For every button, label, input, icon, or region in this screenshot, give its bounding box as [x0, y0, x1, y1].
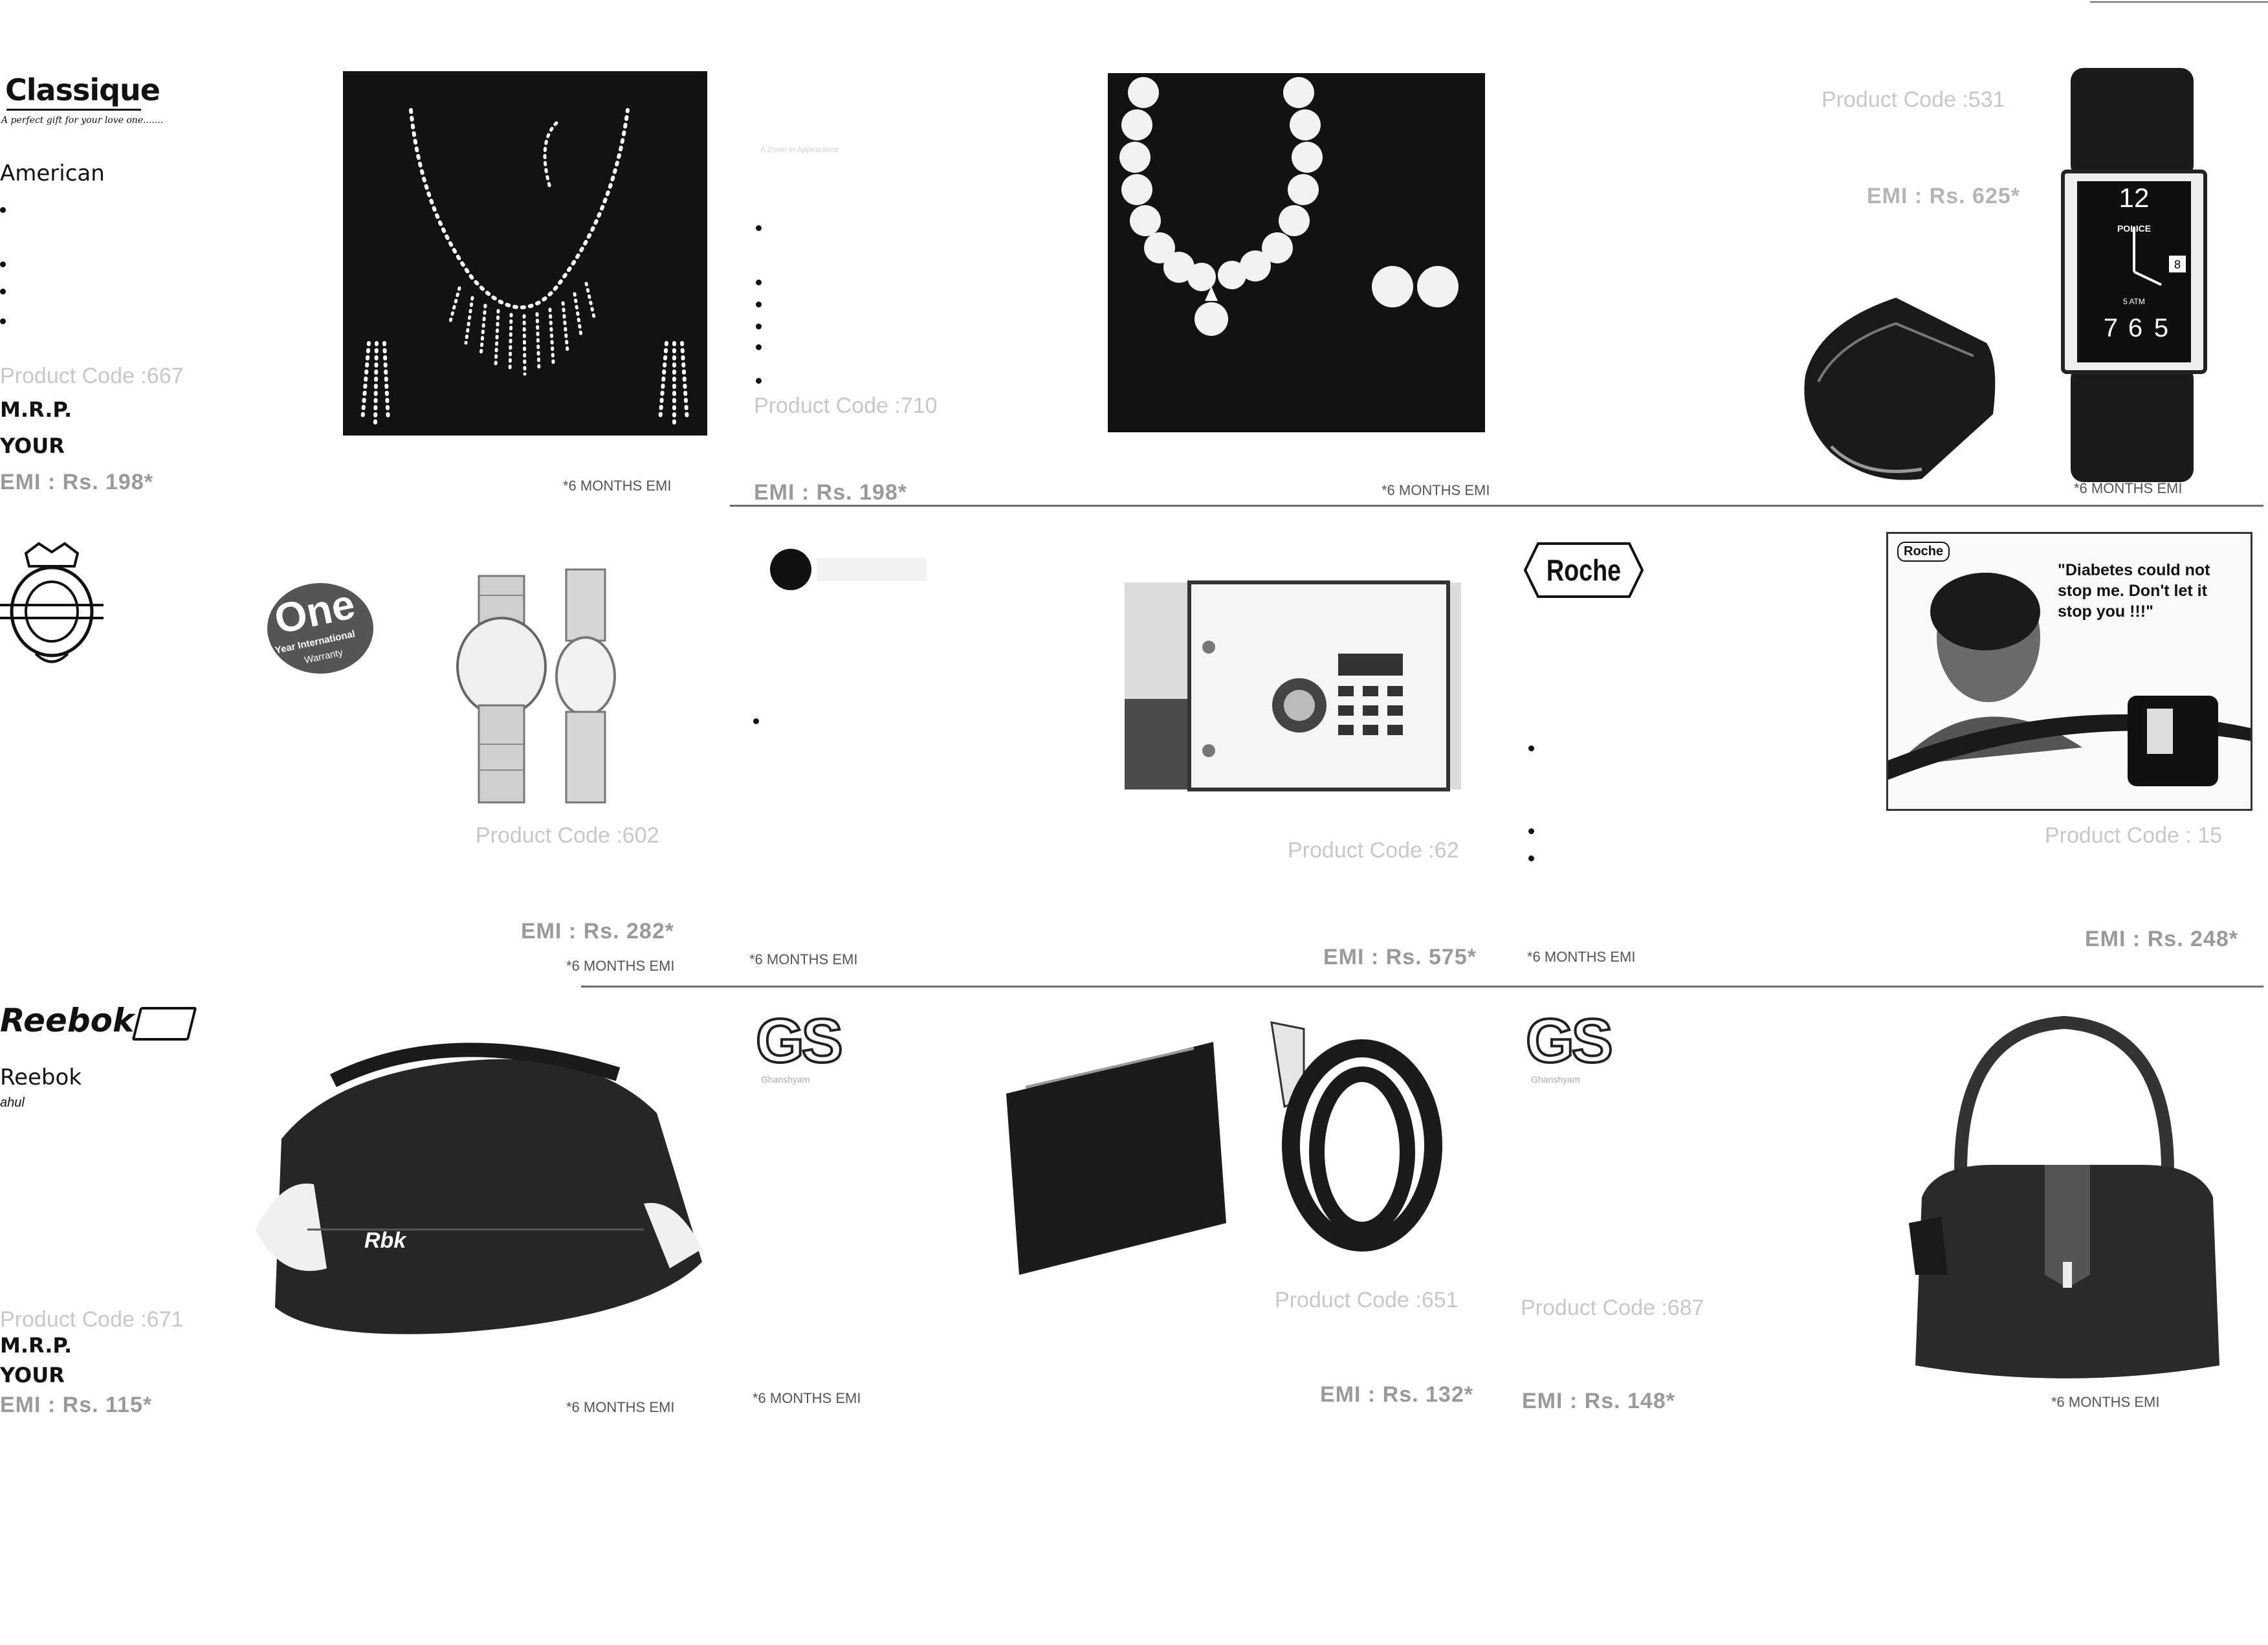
- safe-image: [1125, 569, 1461, 806]
- bullet: [0, 289, 6, 294]
- roche-logo: Roche: [1524, 542, 1644, 598]
- emi-price: EMI : Rs. 198*: [754, 480, 907, 505]
- warranty-badge: One Year International Warranty: [265, 580, 375, 676]
- gs-logo: GS Ghanshyam: [1525, 1005, 1646, 1085]
- reebok-line: Reebok: [0, 1065, 82, 1090]
- classique-underline: [6, 109, 141, 111]
- emi-price: EMI : Rs. 248*: [2085, 927, 2238, 951]
- product-code: Product Code :602: [476, 823, 659, 848]
- bullet: [756, 302, 762, 307]
- bullet: [0, 261, 6, 267]
- gs-logo-sub: Ghanshyam: [761, 1074, 810, 1085]
- bullet: [0, 318, 6, 324]
- pearl-set-image: [1108, 73, 1485, 432]
- roche-logo-text: Roche: [1546, 553, 1622, 587]
- ad-quote: "Diabetes could not stop me. Don't let i…: [2058, 561, 2210, 621]
- watch-dial-7: 7: [2104, 314, 2118, 342]
- classique-logo: Classique: [5, 72, 160, 107]
- reebok-logo: Reebok: [0, 1002, 135, 1039]
- your-label: YOUR: [0, 1363, 65, 1387]
- gs-logo-mark: GS: [754, 1005, 844, 1077]
- emi-price: EMI : Rs. 198*: [0, 470, 153, 494]
- emi-price: EMI : Rs. 132*: [1320, 1382, 1473, 1407]
- bullet: [1528, 856, 1534, 861]
- sports-bag-image: Rbk: [256, 1035, 715, 1340]
- bullet: [756, 344, 762, 350]
- emi-price: EMI : Rs. 115*: [0, 1393, 153, 1417]
- emi-months-note: *6 MONTHS EMI: [1382, 482, 1490, 498]
- watch-dial-5: 5: [2154, 314, 2168, 342]
- bullet: [756, 225, 762, 231]
- watch-box-image: [1792, 285, 2012, 495]
- gs-logo-sub: Ghanshyam: [1531, 1074, 1580, 1085]
- emi-months-note: *6 MONTHS EMI: [753, 1390, 861, 1406]
- bullet: [756, 324, 762, 329]
- watch-dial-atm: 5 ATM: [2123, 297, 2145, 306]
- product-code: Product Code :687: [1521, 1296, 1704, 1320]
- bullet: [1528, 828, 1534, 834]
- wristwatch-pair-image: [427, 557, 660, 819]
- row-divider-1: [730, 505, 2263, 507]
- emi-months-note: *6 MONTHS EMI: [2074, 480, 2183, 496]
- top-corner-rule: [2090, 1, 2268, 3]
- watch-dial-12: 12: [2119, 182, 2150, 213]
- brand-dot-icon: [770, 549, 811, 590]
- emi-months-note: *6 MONTHS EMI: [1527, 949, 1636, 965]
- row-divider-2: [581, 986, 2263, 988]
- bullet: [1528, 745, 1534, 751]
- pearl-fine-print: A Zoom in Appearance: [760, 145, 839, 154]
- product-code: Product Code :62: [1288, 838, 1459, 863]
- your-label: YOUR: [0, 434, 65, 458]
- emi-months-note: *6 MONTHS EMI: [563, 478, 672, 494]
- wallet-belt-image: [1000, 1016, 1446, 1291]
- watch-dial-6: 6: [2128, 314, 2142, 342]
- mrp-label: M.R.P.: [0, 1333, 72, 1358]
- watch-image: 8 12 POLICE 5 ATM 7 6 5: [2058, 65, 2213, 489]
- reebok-subline: ahul: [0, 1096, 25, 1110]
- bullet: [756, 280, 762, 285]
- emi-months-note: *6 MONTHS EMI: [2051, 1394, 2160, 1410]
- emi-price: EMI : Rs. 282*: [521, 919, 674, 944]
- gs-logo: GS Ghanshyam: [754, 1005, 875, 1085]
- product-code: Product Code :531: [1822, 87, 2005, 112]
- bag-logo: Rbk: [364, 1228, 406, 1253]
- classique-tagline: A perfect gift for your love one.......: [1, 115, 164, 126]
- product-code: Product Code :671: [0, 1307, 184, 1332]
- emi-price: EMI : Rs. 575*: [1323, 945, 1477, 969]
- emi-price: EMI : Rs. 625*: [1867, 184, 2020, 208]
- crest-emblem-icon: [0, 540, 104, 673]
- reebok-vector-icon: [131, 1007, 197, 1041]
- emi-price: EMI : Rs. 148*: [1522, 1389, 1675, 1413]
- emi-months-note: *6 MONTHS EMI: [566, 1399, 675, 1415]
- product-code: Product Code :710: [754, 393, 938, 418]
- product-code: Product Code :667: [0, 364, 184, 388]
- mrp-label: M.R.P.: [0, 397, 72, 422]
- necklace-image: [343, 71, 707, 436]
- emi-months-note: *6 MONTHS EMI: [749, 951, 858, 967]
- bullet: [756, 378, 762, 384]
- bullet: [0, 207, 6, 213]
- bullet: [753, 718, 759, 724]
- watch-dial-brand: POLICE: [2117, 223, 2151, 234]
- product-code: Product Code :651: [1275, 1288, 1459, 1312]
- handbag-image: [1896, 1003, 2232, 1395]
- brand-name-faint: [817, 558, 927, 581]
- gs-logo-mark: GS: [1525, 1005, 1614, 1077]
- emi-months-note: *6 MONTHS EMI: [566, 958, 675, 974]
- roche-ad-image: Roche "Diabetes could not stop me. Don't…: [1886, 532, 2252, 811]
- product-code: Product Code : 15: [2045, 823, 2223, 848]
- watch-date-window: 8: [2174, 258, 2181, 271]
- classique-line-american: American: [0, 160, 105, 186]
